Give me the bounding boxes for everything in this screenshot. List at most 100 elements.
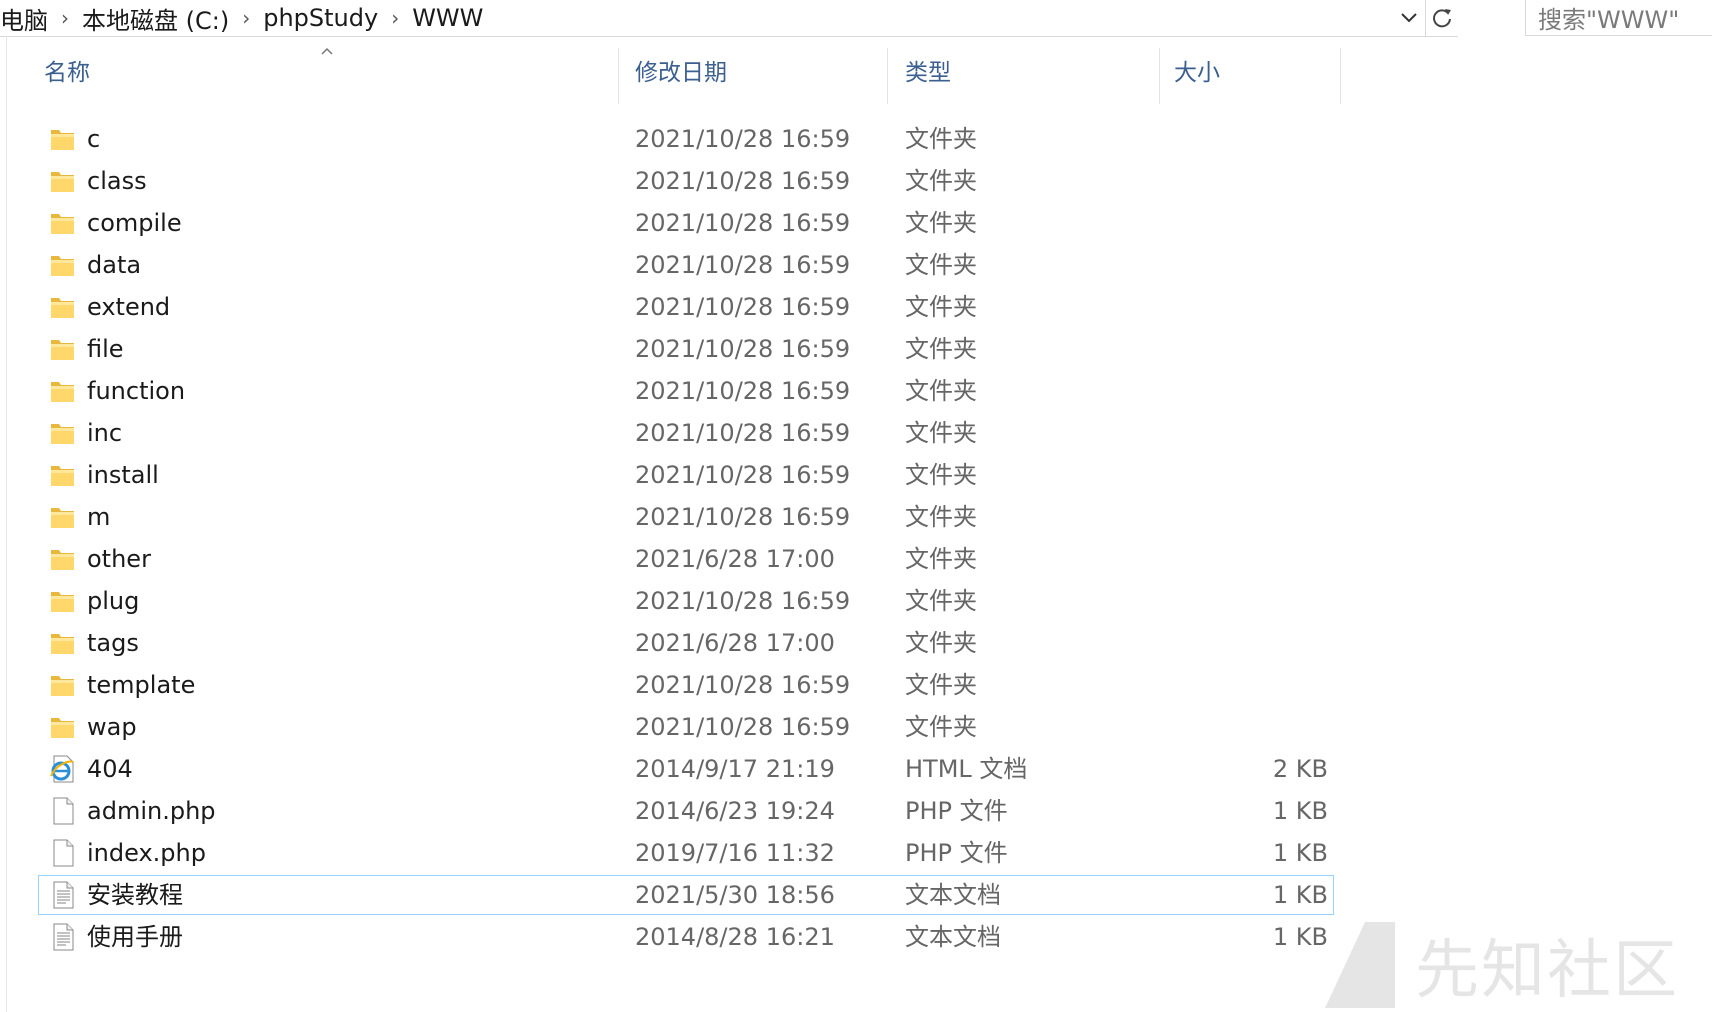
file-type: 文件夹 [905,167,977,195]
file-modified-date: 2021/10/28 16:59 [635,671,851,699]
folder-icon [48,712,78,742]
file-row[interactable]: extend 2021/10/28 16:59 文件夹 [0,286,1712,328]
file-modified-date: 2021/10/28 16:59 [635,377,851,405]
file-name: file [87,335,124,363]
file-size [1180,160,1328,202]
file-row[interactable]: index.php 2019/7/16 11:32 PHP 文件 1 KB [0,832,1712,874]
address-bar-area: 电脑 › 本地磁盘 (C:) › phpStudy › WWW 搜索"WWW" [0,0,1712,37]
file-modified-date: 2021/10/28 16:59 [635,125,851,153]
search-input[interactable]: 搜索"WWW" [1525,0,1712,36]
folder-icon [48,250,78,280]
file-type: PHP 文件 [905,797,1008,825]
refresh-button[interactable] [1425,0,1458,36]
file-row[interactable]: data 2021/10/28 16:59 文件夹 [0,244,1712,286]
file-name: tags [87,629,139,657]
file-modified-date: 2021/5/30 18:56 [635,881,835,909]
file-modified-date: 2021/10/28 16:59 [635,461,851,489]
chevron-down-icon [1401,13,1417,23]
file-row[interactable]: 404 2014/9/17 21:19 HTML 文档 2 KB [0,748,1712,790]
file-type: 文件夹 [905,545,977,573]
file-row[interactable]: tags 2021/6/28 17:00 文件夹 [0,622,1712,664]
breadcrumb-computer[interactable]: 电脑 [0,1,48,36]
folder-icon [48,502,78,532]
file-name: wap [87,713,137,741]
file-name: plug [87,587,140,615]
watermark-logo-icon [1325,922,1395,1008]
file-row[interactable]: admin.php 2014/6/23 19:24 PHP 文件 1 KB [0,790,1712,832]
folder-icon [48,208,78,238]
text-file-icon [48,922,78,952]
file-type: 文件夹 [905,461,977,489]
file-modified-date: 2021/10/28 16:59 [635,335,851,363]
file-modified-date: 2021/10/28 16:59 [635,293,851,321]
file-row[interactable]: 安装教程 2021/5/30 18:56 文本文档 1 KB [0,874,1712,916]
watermark-text: 先知社区 [1415,934,1679,1008]
file-size [1180,454,1328,496]
file-modified-date: 2021/10/28 16:59 [635,503,851,531]
file-row[interactable]: compile 2021/10/28 16:59 文件夹 [0,202,1712,244]
file-name: 404 [87,755,133,783]
folder-icon [48,460,78,490]
folder-icon [48,586,78,616]
file-row[interactable]: function 2021/10/28 16:59 文件夹 [0,370,1712,412]
column-header-date[interactable]: 修改日期 [635,36,887,104]
file-size: 2 KB [1272,755,1328,783]
sort-ascending-icon [321,47,333,55]
column-divider[interactable] [1159,48,1160,104]
file-row[interactable]: other 2021/6/28 17:00 文件夹 [0,538,1712,580]
column-divider[interactable] [887,48,888,104]
file-list: c 2021/10/28 16:59 文件夹 class 2021/10/28 16:5… [0,118,1712,958]
file-size [1180,664,1328,706]
column-divider[interactable] [618,48,619,104]
file-modified-date: 2021/10/28 16:59 [635,587,851,615]
file-name: 使用手册 [87,923,183,951]
breadcrumb-phpstudy[interactable]: phpStudy [263,4,378,32]
file-type: 文本文档 [905,923,1001,951]
file-row[interactable]: c 2021/10/28 16:59 文件夹 [0,118,1712,160]
address-bar[interactable]: 电脑 › 本地磁盘 (C:) › phpStudy › WWW [0,0,1458,37]
file-name: c [87,125,101,153]
address-history-button[interactable] [1393,0,1425,36]
column-header-row: 名称 修改日期 类型 大小 [0,36,1712,104]
file-type: 文件夹 [905,377,977,405]
file-type: HTML 文档 [905,755,1028,783]
file-name: other [87,545,151,573]
file-row[interactable]: file 2021/10/28 16:59 文件夹 [0,328,1712,370]
file-size [1180,286,1328,328]
file-row[interactable]: inc 2021/10/28 16:59 文件夹 [0,412,1712,454]
column-divider[interactable] [1340,48,1341,104]
file-modified-date: 2021/10/28 16:59 [635,713,851,741]
file-type: 文件夹 [905,251,977,279]
file-size [1180,412,1328,454]
file-size [1180,118,1328,160]
file-row[interactable]: plug 2021/10/28 16:59 文件夹 [0,580,1712,622]
file-row[interactable]: class 2021/10/28 16:59 文件夹 [0,160,1712,202]
file-modified-date: 2019/7/16 11:32 [635,839,835,867]
column-header-type[interactable]: 类型 [905,36,1159,104]
file-modified-date: 2014/8/28 16:21 [635,923,835,951]
file-row[interactable]: m 2021/10/28 16:59 文件夹 [0,496,1712,538]
column-header-size-label: 大小 [1174,60,1220,86]
folder-icon [48,670,78,700]
breadcrumb-chevron-icon[interactable]: › [378,6,412,30]
file-size [1180,370,1328,412]
folder-icon [48,334,78,364]
file-type: PHP 文件 [905,839,1008,867]
file-name: inc [87,419,123,447]
file-modified-date: 2021/10/28 16:59 [635,209,851,237]
column-header-size[interactable]: 大小 [1174,36,1340,104]
file-row[interactable]: wap 2021/10/28 16:59 文件夹 [0,706,1712,748]
file-type: 文件夹 [905,503,977,531]
file-type: 文件夹 [905,209,977,237]
file-row[interactable]: template 2021/10/28 16:59 文件夹 [0,664,1712,706]
file-row[interactable]: install 2021/10/28 16:59 文件夹 [0,454,1712,496]
file-modified-date: 2021/10/28 16:59 [635,167,851,195]
breadcrumb-www[interactable]: WWW [412,4,483,32]
file-type: 文本文档 [905,881,1001,909]
file-size [1180,202,1328,244]
folder-icon [48,544,78,574]
breadcrumb-chevron-icon[interactable]: › [48,6,82,30]
file-name: compile [87,209,182,237]
breadcrumb-local-disk[interactable]: 本地磁盘 (C:) [82,1,229,36]
breadcrumb-chevron-icon[interactable]: › [229,6,263,30]
